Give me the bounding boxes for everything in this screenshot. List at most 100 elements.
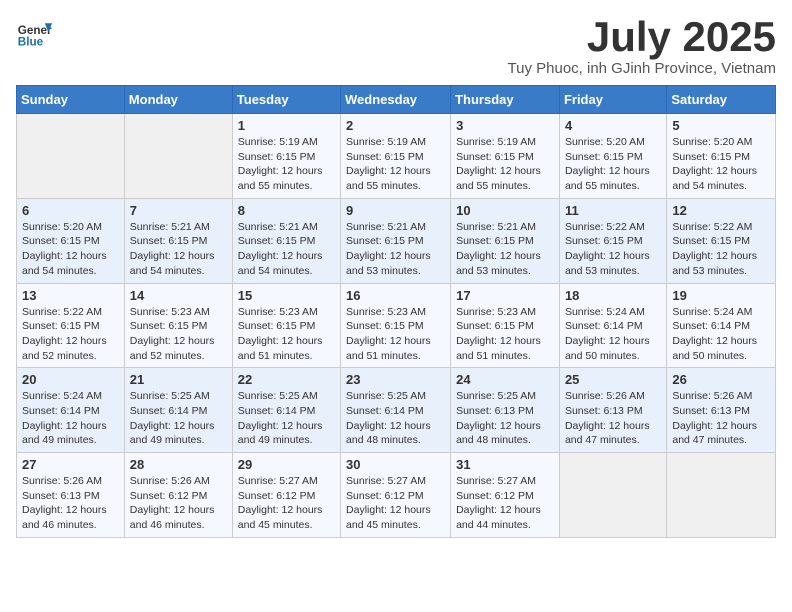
calendar-cell: 13 Sunrise: 5:22 AMSunset: 6:15 PMDayligh… xyxy=(17,283,125,368)
month-title: July 2025 xyxy=(508,16,776,58)
calendar-cell xyxy=(124,114,232,199)
calendar-cell xyxy=(17,114,125,199)
calendar-week-2: 6 Sunrise: 5:20 AMSunset: 6:15 PMDaylight… xyxy=(17,198,776,283)
day-info: Sunrise: 5:26 AMSunset: 6:13 PMDaylight:… xyxy=(672,389,770,448)
header-sunday: Sunday xyxy=(17,86,125,114)
day-info: Sunrise: 5:19 AMSunset: 6:15 PMDaylight:… xyxy=(456,135,554,194)
day-number: 8 xyxy=(238,203,335,218)
day-info: Sunrise: 5:21 AMSunset: 6:15 PMDaylight:… xyxy=(456,220,554,279)
day-info: Sunrise: 5:20 AMSunset: 6:15 PMDaylight:… xyxy=(672,135,770,194)
day-number: 11 xyxy=(565,203,661,218)
location-subtitle: Tuy Phuoc, inh GJinh Province, Vietnam xyxy=(508,60,776,77)
header-row: SundayMondayTuesdayWednesdayThursdayFrid… xyxy=(17,86,776,114)
calendar-cell: 4Sunrise: 5:20 AMSunset: 6:15 PMDaylight… xyxy=(559,114,666,199)
day-info: Sunrise: 5:23 AMSunset: 6:15 PMDaylight:… xyxy=(346,305,445,364)
day-number: 22 xyxy=(238,372,335,387)
day-info: Sunrise: 5:23 AMSunset: 6:15 PMDaylight:… xyxy=(130,305,227,364)
day-info: Sunrise: 5:21 AMSunset: 6:15 PMDaylight:… xyxy=(346,220,445,279)
calendar-cell: 6 Sunrise: 5:20 AMSunset: 6:15 PMDaylight… xyxy=(17,198,125,283)
day-info: Sunrise: 5:27 AMSunset: 6:12 PMDaylight:… xyxy=(238,474,335,533)
svg-text:Blue: Blue xyxy=(18,36,44,49)
day-number: 20 xyxy=(22,372,119,387)
calendar-cell: 28Sunrise: 5:26 AMSunset: 6:12 PMDayligh… xyxy=(124,453,232,538)
title-block: July 2025 Tuy Phuoc, inh GJinh Province,… xyxy=(508,16,776,77)
calendar-week-4: 20 Sunrise: 5:24 AMSunset: 6:14 PMDayligh… xyxy=(17,368,776,453)
calendar-cell: 17 Sunrise: 5:23 AMSunset: 6:15 PMDayligh… xyxy=(451,283,560,368)
calendar-cell xyxy=(559,453,666,538)
day-info: Sunrise: 5:22 AMSunset: 6:15 PMDaylight:… xyxy=(672,220,770,279)
day-info: Sunrise: 5:20 AMSunset: 6:15 PMDaylight:… xyxy=(565,135,661,194)
day-info: Sunrise: 5:21 AMSunset: 6:15 PMDaylight:… xyxy=(130,220,227,279)
day-number: 14 xyxy=(130,288,227,303)
calendar-cell: 27 Sunrise: 5:26 AMSunset: 6:13 PMDayligh… xyxy=(17,453,125,538)
day-info: Sunrise: 5:21 AMSunset: 6:15 PMDaylight:… xyxy=(238,220,335,279)
calendar-cell: 31 Sunrise: 5:27 AMSunset: 6:12 PMDayligh… xyxy=(451,453,560,538)
day-number: 28 xyxy=(130,457,227,472)
calendar-cell: 25 Sunrise: 5:26 AMSunset: 6:13 PMDayligh… xyxy=(559,368,666,453)
day-info: Sunrise: 5:22 AMSunset: 6:15 PMDaylight:… xyxy=(22,305,119,364)
day-info: Sunrise: 5:23 AMSunset: 6:15 PMDaylight:… xyxy=(238,305,335,364)
day-number: 30 xyxy=(346,457,445,472)
calendar-cell: 23 Sunrise: 5:25 AMSunset: 6:14 PMDayligh… xyxy=(341,368,451,453)
day-number: 27 xyxy=(22,457,119,472)
day-number: 24 xyxy=(456,372,554,387)
calendar-cell: 5Sunrise: 5:20 AMSunset: 6:15 PMDaylight… xyxy=(667,114,776,199)
day-info: Sunrise: 5:25 AMSunset: 6:14 PMDaylight:… xyxy=(130,389,227,448)
day-info: Sunrise: 5:26 AMSunset: 6:13 PMDaylight:… xyxy=(565,389,661,448)
header-friday: Friday xyxy=(559,86,666,114)
day-number: 17 xyxy=(456,288,554,303)
calendar-header: SundayMondayTuesdayWednesdayThursdayFrid… xyxy=(17,86,776,114)
day-number: 10 xyxy=(456,203,554,218)
day-number: 6 xyxy=(22,203,119,218)
day-info: Sunrise: 5:24 AMSunset: 6:14 PMDaylight:… xyxy=(672,305,770,364)
day-number: 23 xyxy=(346,372,445,387)
page-header: General Blue July 2025 Tuy Phuoc, inh GJ… xyxy=(16,16,776,77)
day-number: 13 xyxy=(22,288,119,303)
day-info: Sunrise: 5:26 AMSunset: 6:13 PMDaylight:… xyxy=(22,474,119,533)
calendar-cell: 8 Sunrise: 5:21 AMSunset: 6:15 PMDaylight… xyxy=(232,198,340,283)
day-number: 3 xyxy=(456,118,554,133)
calendar-cell: 14 Sunrise: 5:23 AMSunset: 6:15 PMDayligh… xyxy=(124,283,232,368)
day-number: 7 xyxy=(130,203,227,218)
day-info: Sunrise: 5:25 AMSunset: 6:14 PMDaylight:… xyxy=(238,389,335,448)
day-number: 26 xyxy=(672,372,770,387)
day-number: 21 xyxy=(130,372,227,387)
calendar-cell: 18Sunrise: 5:24 AMSunset: 6:14 PMDayligh… xyxy=(559,283,666,368)
calendar-table: SundayMondayTuesdayWednesdayThursdayFrid… xyxy=(16,85,776,538)
day-number: 18 xyxy=(565,288,661,303)
day-number: 31 xyxy=(456,457,554,472)
calendar-cell: 21 Sunrise: 5:25 AMSunset: 6:14 PMDayligh… xyxy=(124,368,232,453)
day-info: Sunrise: 5:27 AMSunset: 6:12 PMDaylight:… xyxy=(456,474,554,533)
day-info: Sunrise: 5:24 AMSunset: 6:14 PMDaylight:… xyxy=(22,389,119,448)
day-info: Sunrise: 5:27 AMSunset: 6:12 PMDaylight:… xyxy=(346,474,445,533)
day-info: Sunrise: 5:19 AMSunset: 6:15 PMDaylight:… xyxy=(238,135,335,194)
day-number: 19 xyxy=(672,288,770,303)
calendar-cell: 24Sunrise: 5:25 AMSunset: 6:13 PMDayligh… xyxy=(451,368,560,453)
header-saturday: Saturday xyxy=(667,86,776,114)
day-info: Sunrise: 5:20 AMSunset: 6:15 PMDaylight:… xyxy=(22,220,119,279)
day-info: Sunrise: 5:19 AMSunset: 6:15 PMDaylight:… xyxy=(346,135,445,194)
calendar-cell: 29Sunrise: 5:27 AMSunset: 6:12 PMDayligh… xyxy=(232,453,340,538)
day-info: Sunrise: 5:25 AMSunset: 6:14 PMDaylight:… xyxy=(346,389,445,448)
header-monday: Monday xyxy=(124,86,232,114)
day-info: Sunrise: 5:22 AMSunset: 6:15 PMDaylight:… xyxy=(565,220,661,279)
calendar-cell: 26 Sunrise: 5:26 AMSunset: 6:13 PMDayligh… xyxy=(667,368,776,453)
day-info: Sunrise: 5:23 AMSunset: 6:15 PMDaylight:… xyxy=(456,305,554,364)
calendar-cell: 19 Sunrise: 5:24 AMSunset: 6:14 PMDayligh… xyxy=(667,283,776,368)
header-wednesday: Wednesday xyxy=(341,86,451,114)
calendar-cell: 12Sunrise: 5:22 AMSunset: 6:15 PMDayligh… xyxy=(667,198,776,283)
calendar-cell: 11 Sunrise: 5:22 AMSunset: 6:15 PMDayligh… xyxy=(559,198,666,283)
header-tuesday: Tuesday xyxy=(232,86,340,114)
day-number: 16 xyxy=(346,288,445,303)
calendar-cell: 3 Sunrise: 5:19 AMSunset: 6:15 PMDaylight… xyxy=(451,114,560,199)
calendar-cell: 30 Sunrise: 5:27 AMSunset: 6:12 PMDayligh… xyxy=(341,453,451,538)
logo: General Blue xyxy=(16,16,56,52)
day-number: 9 xyxy=(346,203,445,218)
calendar-cell: 10 Sunrise: 5:21 AMSunset: 6:15 PMDayligh… xyxy=(451,198,560,283)
calendar-cell: 15Sunrise: 5:23 AMSunset: 6:15 PMDayligh… xyxy=(232,283,340,368)
header-thursday: Thursday xyxy=(451,86,560,114)
calendar-cell xyxy=(667,453,776,538)
calendar-week-3: 13 Sunrise: 5:22 AMSunset: 6:15 PMDayligh… xyxy=(17,283,776,368)
day-number: 25 xyxy=(565,372,661,387)
calendar-week-1: 1Sunrise: 5:19 AMSunset: 6:15 PMDaylight… xyxy=(17,114,776,199)
